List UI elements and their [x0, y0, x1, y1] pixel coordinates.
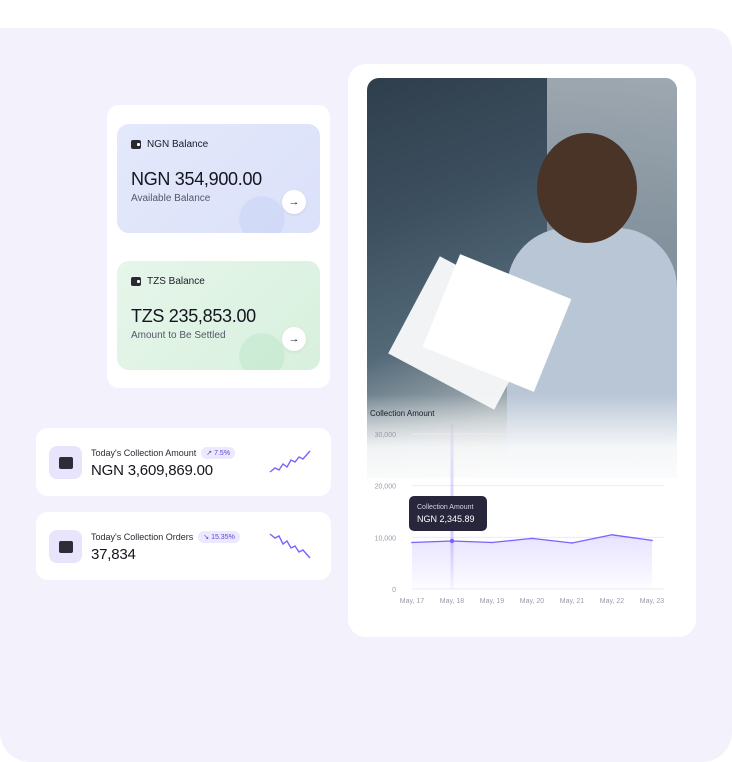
y-tick-label: 0 — [392, 587, 396, 594]
tzs-balance-label: TZS Balance — [147, 276, 205, 287]
tzs-balance-header: TZS Balance — [131, 276, 205, 287]
trend-up-badge: ↗ 7.5% — [201, 447, 236, 459]
ngn-balance-header: NGN Balance — [131, 139, 208, 150]
ngn-balance-amount: NGN 354,900.00 — [131, 169, 262, 189]
trend-down-badge: ↘ 15.35% — [198, 531, 240, 543]
clipboard-icon — [49, 530, 82, 563]
series-point — [571, 542, 573, 544]
y-tick-label: 10,000 — [375, 535, 397, 542]
collection-orders-header: Today's Collection Orders ↘ 15.35% — [91, 531, 240, 543]
tooltip-value: NGN 2,345.89 — [417, 514, 475, 524]
y-tick-label: 20,000 — [375, 484, 397, 491]
photo-person-head — [537, 133, 637, 243]
collection-amount-header: Today's Collection Amount ↗ 7.5% — [91, 447, 236, 459]
tzs-balance-arrow-button[interactable]: → — [282, 327, 306, 351]
chart-title: Collection Amount — [370, 409, 435, 418]
wallet-icon — [131, 140, 141, 149]
collection-orders-label: Today's Collection Orders — [91, 532, 194, 542]
x-tick-label: May, 22 — [600, 598, 624, 605]
collection-amount-label: Today's Collection Amount — [91, 448, 197, 458]
series-point — [411, 541, 413, 544]
x-tick-label: May, 17 — [400, 598, 424, 605]
tzs-balance-card[interactable]: TZS Balance TZS 235,853.00 Amount to Be … — [117, 261, 320, 370]
tooltip-label: Collection Amount — [417, 504, 474, 511]
tzs-balance-amount: TZS 235,853.00 — [131, 306, 256, 326]
ngn-balance-arrow-button[interactable]: → — [282, 190, 306, 214]
series-point — [531, 537, 533, 540]
sparkline-down-icon — [269, 533, 311, 559]
sparkline-up-icon — [269, 450, 311, 473]
chart-tooltip: Collection Amount NGN 2,345.89 — [409, 496, 487, 531]
x-tick-label: May, 19 — [480, 598, 504, 605]
collection-amount-chart: 30,000 20,000 10,000 0 May, 17 May, 18 May, 1… — [375, 424, 664, 605]
tzs-balance-subtitle: Amount to Be Settled — [131, 330, 226, 341]
ngn-balance-label: NGN Balance — [147, 139, 209, 150]
ngn-balance-subtitle: Available Balance — [131, 193, 211, 204]
ngn-balance-card[interactable]: NGN Balance NGN 354,900.00 Available Bal… — [117, 124, 320, 233]
collection-orders-card[interactable]: Today's Collection Orders ↘ 15.35% 37,83… — [36, 512, 331, 580]
chart-photo-panel: Collection Amount 30,000 20,000 10,000 0 Ma… — [348, 64, 696, 637]
collection-orders-value: 37,834 — [91, 546, 136, 563]
arrow-right-icon: → — [288, 196, 300, 208]
series-point — [651, 539, 653, 542]
x-tick-label: May, 20 — [520, 598, 544, 605]
card-icon — [49, 446, 82, 479]
series-point — [611, 533, 613, 536]
wallet-icon — [131, 277, 141, 286]
collection-amount-value: NGN 3,609,869.00 — [91, 462, 213, 479]
arrow-right-icon: → — [288, 333, 300, 345]
x-tick-label: May, 23 — [640, 598, 664, 605]
series-area — [412, 534, 652, 589]
series-point — [449, 538, 455, 544]
x-tick-label: May, 18 — [440, 598, 464, 605]
balance-panel: NGN Balance NGN 354,900.00 Available Bal… — [107, 105, 330, 388]
y-tick-label: 30,000 — [375, 432, 397, 439]
x-tick-label: May, 21 — [560, 598, 584, 605]
series-point — [491, 541, 493, 544]
collection-amount-card[interactable]: Today's Collection Amount ↗ 7.5% NGN 3,6… — [36, 428, 331, 496]
